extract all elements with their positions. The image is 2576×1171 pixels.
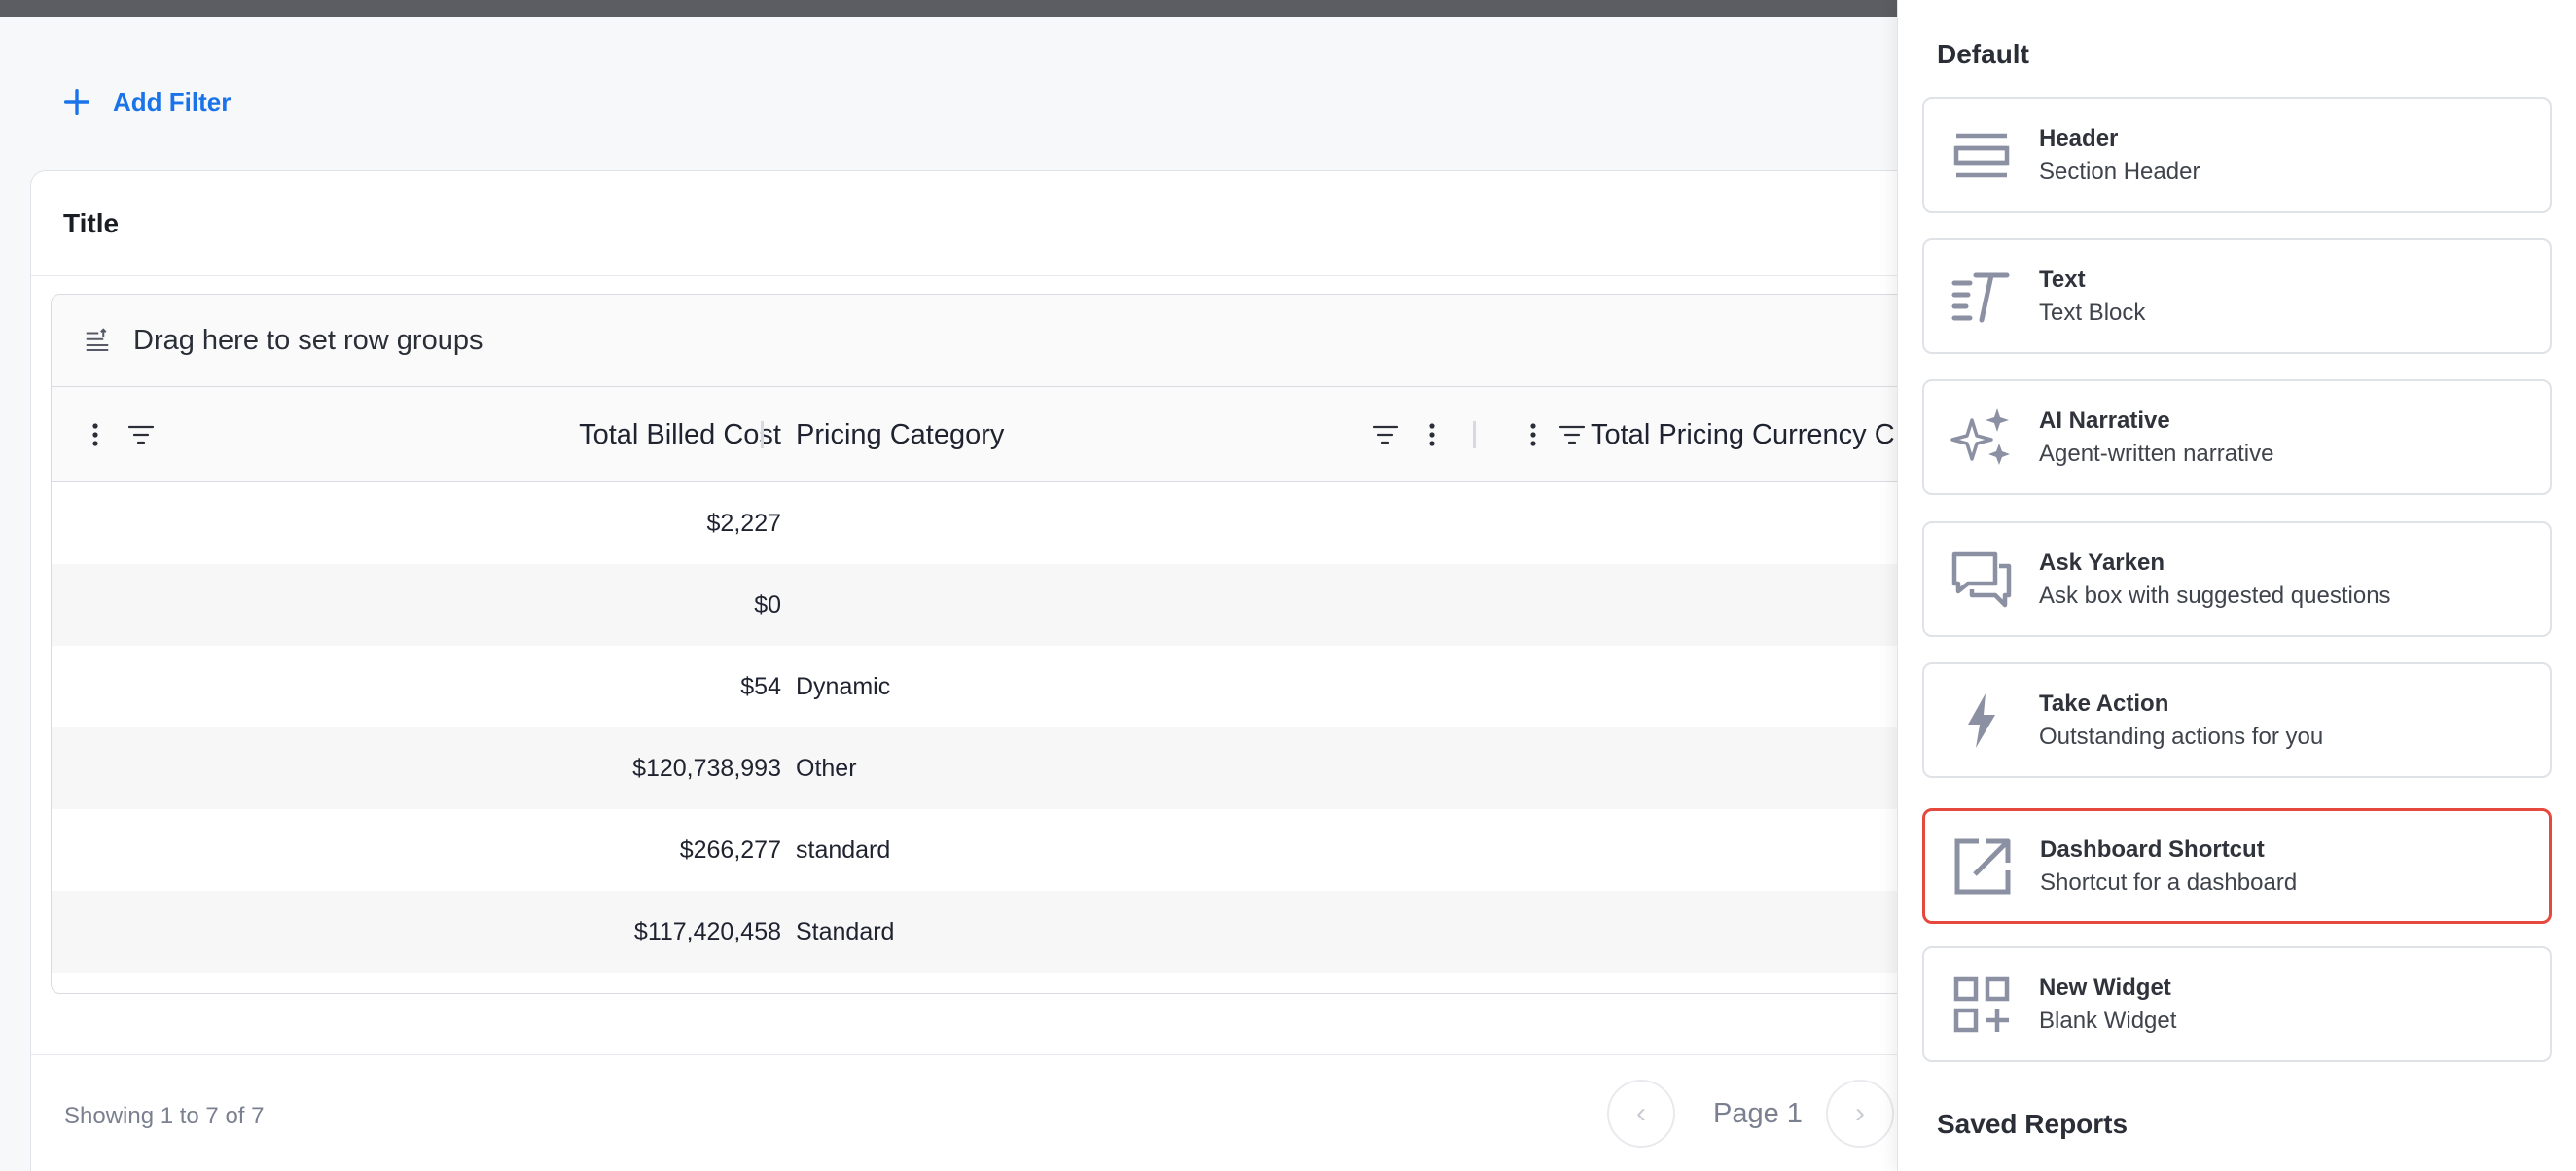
widget-dashboard-shortcut[interactable]: Dashboard Shortcut Shortcut for a dashbo… [1922,808,2552,924]
text-icon [1924,238,2039,354]
widget-subtitle: Ask box with suggested questions [2039,582,2391,609]
grid-plus-icon [1924,946,2039,1062]
col-filter-cost[interactable] [126,387,156,482]
widget-ai-narrative[interactable]: AI Narrative Agent-written narrative [1922,379,2552,495]
widget-title: AI Narrative [2039,407,2170,434]
col-menu-currency[interactable] [1519,387,1548,482]
cell-total-billed-cost: $54 [740,672,781,700]
widget-subtitle: Section Header [2039,158,2200,185]
table-row[interactable]: $117,420,458 Standard [52,891,1956,973]
widget-subtitle: Outstanding actions for you [2039,723,2324,750]
widget-subtitle: Shortcut for a dashboard [2040,869,2298,896]
add-filter-label: Add Filter [113,87,232,117]
chat-icon [1924,521,2039,637]
widget-title: Ask Yarken [2039,549,2165,576]
page-indicator: Page 1 [1713,1098,1803,1129]
col-menu-cost[interactable] [81,387,110,482]
widget-ask-yarken[interactable]: Ask Yarken Ask box with suggested questi… [1922,521,2552,637]
bolt-icon [1924,662,2039,778]
column-resize-handle[interactable] [761,421,764,448]
data-grid: Drag here to set row groups Total Billed… [51,294,1957,994]
divider [31,275,1936,276]
widget-panel: Default Header Section Header Text Text … [1897,0,2576,1171]
row-group-label: Drag here to set row groups [133,324,483,356]
cell-pricing-category: Standard [796,917,895,945]
cell-total-billed-cost: $266,277 [679,835,781,864]
widget-title: Text [2039,266,2086,293]
divider [31,1054,1936,1055]
filter-icon[interactable] [126,420,156,449]
widget-title: Header [2039,124,2119,152]
cell-pricing-category: Other [796,754,857,782]
row-group-drop-zone[interactable]: Drag here to set row groups [52,295,1956,387]
column-resize-handle[interactable] [1473,421,1476,448]
col-menu-category[interactable] [1417,387,1447,482]
table-row[interactable]: $54 Dynamic [52,646,1956,727]
widget-new-widget[interactable]: New Widget Blank Widget [1922,946,2552,1062]
table-row[interactable]: $2,227 [52,482,1956,564]
row-group-icon [86,328,109,351]
col-filter-category[interactable] [1371,387,1400,482]
column-label: Total Billed Cost [579,418,781,450]
external-link-icon [1925,808,2040,924]
table-row[interactable]: $266,277 standard [52,809,1956,891]
add-filter-button[interactable]: Add Filter [60,82,231,123]
chevron-left-icon: ‹ [1636,1097,1646,1129]
widget-title: Dashboard Shortcut [2040,835,2265,863]
widget-title: Take Action [2039,690,2169,717]
sparkles-icon [1924,379,2039,495]
default-heading: Default [1937,39,2029,69]
pagination-summary: Showing 1 to 7 of 7 [64,1103,265,1129]
cell-total-billed-cost: $2,227 [706,509,781,537]
widget-title: New Widget [2039,974,2171,1001]
chevron-right-icon: › [1855,1097,1865,1129]
cell-total-billed-cost: $120,738,993 [632,754,781,782]
card-title: Title [63,208,120,238]
more-vertical-icon[interactable] [1519,420,1548,449]
more-vertical-icon[interactable] [81,420,110,449]
widget-take-action[interactable]: Take Action Outstanding actions for you [1922,662,2552,778]
widget-subtitle: Blank Widget [2039,1007,2177,1034]
widget-header[interactable]: Header Section Header [1922,97,2552,213]
column-label: Total Pricing Currency C [1591,418,1895,450]
cell-total-billed-cost: $0 [754,590,781,619]
cell-pricing-category: Dynamic [796,672,891,700]
plus-icon [63,89,90,116]
more-vertical-icon[interactable] [1417,420,1447,449]
widget-subtitle: Text Block [2039,299,2146,326]
col-filter-currency[interactable] [1557,387,1587,482]
header-row: Total Billed Cost Pricing Category Total… [52,387,1956,482]
column-header-total-billed-cost[interactable]: Total Billed Cost [579,387,781,482]
column-header-total-pricing-currency[interactable]: Total Pricing Currency C [1591,387,1895,482]
next-page-button[interactable]: › [1826,1080,1894,1148]
filter-icon[interactable] [1371,420,1400,449]
top-bar [0,0,1897,17]
table-row[interactable]: $120,738,993 Other [52,727,1956,809]
cell-pricing-category: standard [796,835,891,864]
column-label: Pricing Category [796,418,1005,450]
column-header-pricing-category[interactable]: Pricing Category [796,387,1004,482]
table-row[interactable]: $0 [52,564,1956,646]
saved-reports-heading: Saved Reports [1937,1109,2129,1139]
cell-total-billed-cost: $117,420,458 [633,917,781,945]
widget-subtitle: Agent-written narrative [2039,440,2274,467]
widget-text[interactable]: Text Text Block [1922,238,2552,354]
previous-page-button[interactable]: ‹ [1607,1080,1675,1148]
report-card: Title Drag here to set row groups Total … [30,170,1957,1171]
header-icon [1924,97,2039,213]
filter-icon[interactable] [1557,420,1587,449]
